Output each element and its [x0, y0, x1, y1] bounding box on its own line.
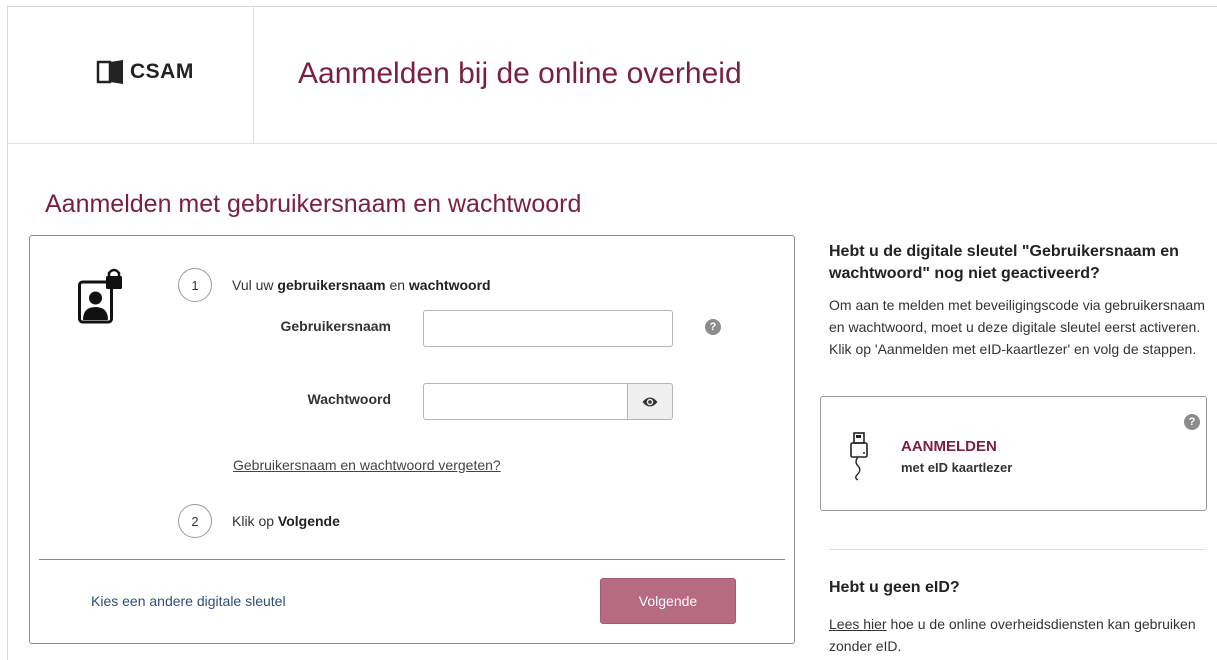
step-1-bold-username: gebruikersnaam	[277, 277, 386, 293]
csam-logo-icon	[96, 60, 123, 84]
password-input[interactable]	[423, 383, 628, 420]
eid-card-subtitle: met eID kaartlezer	[901, 460, 1013, 475]
step-1-bold-password: wachtwoord	[408, 277, 491, 293]
sidebar-divider	[829, 549, 1205, 550]
sidebar-heading: Hebt u de digitale sleutel "Gebruikersna…	[829, 243, 1179, 282]
user-lock-icon	[78, 268, 124, 329]
login-panel: 1 Vul uw gebruikersnaam en wachtwoord Ge…	[29, 235, 795, 644]
step-2-prefix: Klik op	[232, 513, 278, 529]
logo-text: CSAM	[130, 60, 194, 83]
step-2-bold: Volgende	[277, 513, 340, 529]
step-1-prefix: Vul uw	[232, 277, 278, 293]
forgot-credentials-link[interactable]: Gebruikersnaam en wachtwoord vergeten?	[233, 457, 501, 473]
question-circle-icon[interactable]: ?	[705, 319, 721, 335]
password-label: Wachtwoord	[307, 391, 391, 407]
header-title: Aanmelden bij de online overheid	[298, 57, 742, 90]
card-reader-icon	[849, 431, 873, 486]
panel-divider	[39, 559, 785, 560]
step-2-circle: 2	[178, 504, 212, 538]
eye-icon	[642, 397, 658, 406]
username-label: Gebruikersnaam	[280, 318, 392, 334]
username-input[interactable]	[423, 310, 673, 347]
no-eid-heading: Hebt u geen eID?	[829, 579, 960, 596]
read-here-link[interactable]: Lees hier	[829, 616, 887, 632]
step-1-circle: 1	[178, 268, 212, 302]
csam-logo[interactable]: CSAM	[96, 60, 194, 84]
eid-login-card[interactable]: ? AANMELDEN met eID kaartlezer	[820, 396, 1207, 511]
step-2-text: Klik op Volgende	[232, 513, 340, 529]
page-frame: CSAM Aanmelden bij de online overheid Aa…	[7, 6, 1217, 660]
sidebar-text: Om aan te melden met beveiligingscode vi…	[829, 297, 1205, 357]
step-1-text: Vul uw gebruikersnaam en wachtwoord	[232, 277, 491, 293]
show-password-button[interactable]	[628, 383, 673, 420]
step-1-middle: en	[385, 277, 409, 293]
other-digital-key-link[interactable]: Kies een andere digitale sleutel	[91, 593, 286, 609]
next-button[interactable]: Volgende	[600, 578, 736, 624]
question-circle-icon[interactable]: ?	[1184, 414, 1200, 430]
logo-cell: CSAM	[8, 7, 254, 144]
header: CSAM Aanmelden bij de online overheid	[8, 7, 1217, 144]
page-title: Aanmelden met gebruikersnaam en wachtwoo…	[45, 190, 582, 218]
eid-card-title: AANMELDEN	[901, 438, 997, 455]
no-eid-text: Lees hier hoe u de online overheidsdiens…	[829, 613, 1209, 657]
